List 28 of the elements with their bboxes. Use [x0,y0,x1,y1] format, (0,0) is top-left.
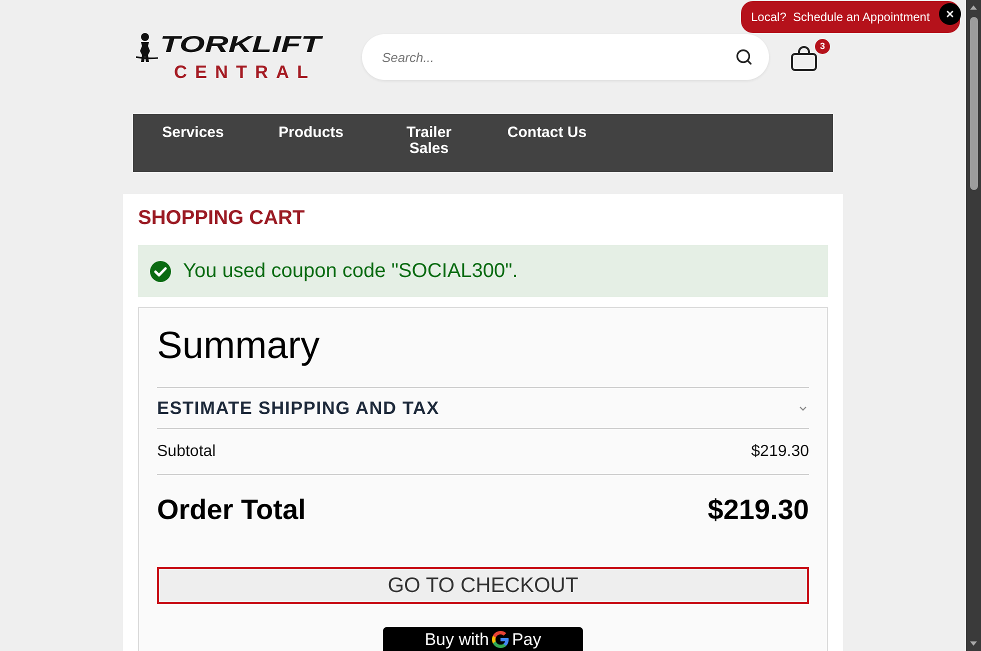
nav-link[interactable]: Services [162,125,224,141]
check-circle-icon [150,260,171,282]
logo-subtitle: CENTRAL [174,63,316,81]
message-text: You used coupon code "SOCIAL300". [183,259,518,283]
nav-link[interactable]: Trailer Sales [387,125,471,157]
nav-link[interactable]: Contact Us [507,125,587,141]
g-logo-icon [492,631,509,648]
order-total-value: $219.30 [708,493,809,527]
order-total-label: Order Total [157,493,306,527]
search-field[interactable]: Search... [362,34,769,80]
subtotal-label: Subtotal [157,442,216,462]
search-icon[interactable] [735,48,753,66]
estimate-shipping-toggle[interactable]: ESTIMATE SHIPPING AND TAX [157,388,809,428]
appointment-banner[interactable]: Local? Schedule an Appointment [741,1,960,33]
summary-title: Summary [157,324,321,368]
checkout-button[interactable]: GO TO CHECKOUT [157,567,809,604]
subtotal-value: $219.30 [751,442,809,462]
cart-count-badge: 3 [815,38,830,54]
scrollbar-thumb[interactable] [970,17,978,190]
figure-icon [136,33,158,63]
nav-link[interactable]: Products [278,125,344,141]
scroll-up-arrow-icon[interactable] [970,5,977,10]
scroll-down-arrow-icon[interactable] [970,641,977,646]
page-title: SHOPPING CART [138,206,306,230]
logo-title: TORKLIFT [160,33,321,55]
close-icon [945,9,955,19]
gpay-button[interactable]: Buy with Pay [383,627,583,651]
shopping-bag-icon[interactable] [791,46,817,70]
